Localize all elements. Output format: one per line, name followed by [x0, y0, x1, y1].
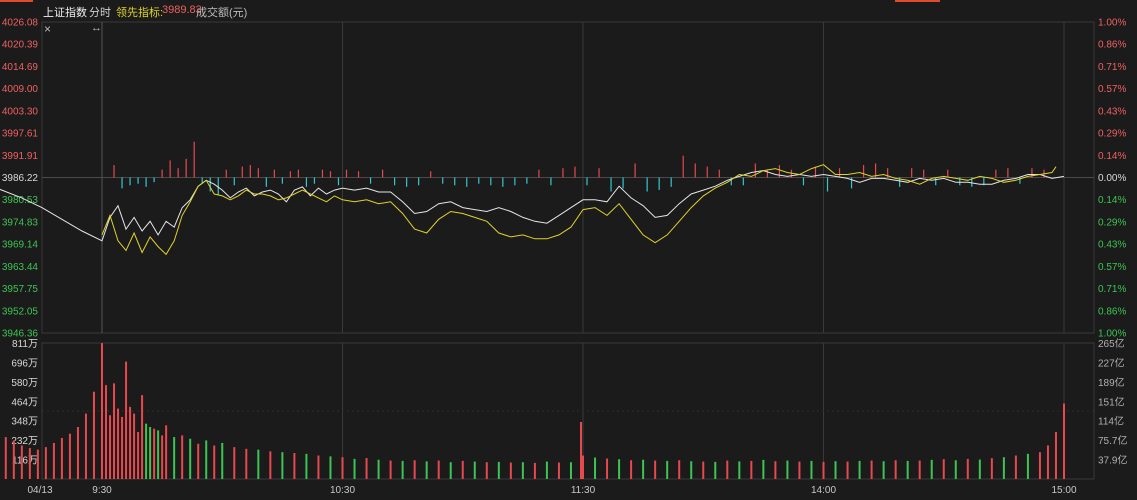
- price-axis-tick: 3957.75: [2, 284, 39, 295]
- volume-axis-tick: 696万: [11, 358, 38, 369]
- intraday-chart[interactable]: 4026.08 4020.39 4014.69 4009.00 4003.30 3997.…: [0, 0, 1137, 500]
- percent-axis-tick: 0.29%: [1098, 129, 1126, 140]
- percent-axis-tick: 0.14%: [1098, 151, 1126, 162]
- percent-axis-tick: 0.57%: [1098, 84, 1126, 95]
- volume-axis-tick: 811万: [12, 339, 38, 350]
- price-axis-tick: 4009.00: [2, 84, 39, 95]
- turnover-axis-tick: 265亿: [1098, 337, 1125, 350]
- volume-axis-tick: 464万: [11, 397, 38, 408]
- time-axis-tick: 10:30: [330, 485, 355, 496]
- price-axis-tick: 3974.83: [2, 217, 39, 228]
- time-axis-tick: 15:00: [1051, 485, 1076, 496]
- price-axis-tick: 4020.39: [2, 40, 39, 51]
- price-axis-tick: 4003.30: [2, 106, 39, 117]
- percent-axis-tick: 1.00%: [1098, 329, 1126, 340]
- turnover-axis-tick: 151亿: [1098, 395, 1125, 408]
- turnover-axis-tick: 114亿: [1098, 415, 1124, 428]
- price-axis-tick: 3952.05: [2, 306, 39, 317]
- percent-axis-tick: 0.86%: [1098, 306, 1126, 317]
- percent-axis-tick: 1.00%: [1098, 18, 1126, 29]
- leading-indicator-line: [101, 164, 1057, 256]
- percent-axis-tick: 0.14%: [1098, 195, 1126, 206]
- price-axis-tick: 3946.36: [2, 329, 39, 340]
- price-axis-tick: 3963.44: [2, 262, 39, 273]
- time-axis-tick: 14:00: [811, 485, 836, 496]
- turnover-axis-tick: 75.7亿: [1098, 434, 1127, 447]
- turnover-axis-tick: 189亿: [1098, 376, 1125, 389]
- time-axis-tick: 9:30: [92, 485, 112, 496]
- percent-axis-tick: 0.86%: [1098, 40, 1126, 51]
- price-axis-tick: 3969.14: [2, 240, 39, 251]
- turnover-axis-tick: 37.9亿: [1098, 454, 1127, 467]
- percent-axis-tick: 0.71%: [1098, 62, 1126, 73]
- percent-axis-tick: 0.43%: [1098, 240, 1126, 251]
- percent-axis-tick: 0.43%: [1098, 106, 1126, 117]
- volume-axis-tick: 116万: [12, 456, 38, 467]
- percent-axis-tick: 0.00%: [1098, 173, 1126, 184]
- volume-axis-tick: 580万: [11, 378, 38, 389]
- price-axis-tick: 3997.61: [2, 129, 39, 140]
- price-axis-tick: 3991.91: [2, 151, 39, 162]
- price-axis-tick: 4026.08: [2, 18, 39, 29]
- price-axis-tick: 4014.69: [2, 62, 39, 73]
- percent-axis-tick: 0.57%: [1098, 262, 1126, 273]
- time-axis-tick: 04/13: [27, 485, 52, 496]
- percent-axis-tick: 0.71%: [1098, 284, 1126, 295]
- price-axis-tick: 3986.22: [2, 173, 39, 184]
- time-axis-tick: 11:30: [571, 485, 596, 496]
- turnover-axis-tick: 227亿: [1098, 356, 1125, 369]
- volume-axis-tick: 348万: [11, 417, 38, 428]
- percent-axis-tick: 0.29%: [1098, 217, 1126, 228]
- volume-axis-tick: 232万: [11, 436, 38, 447]
- price-line: [0, 170, 1065, 242]
